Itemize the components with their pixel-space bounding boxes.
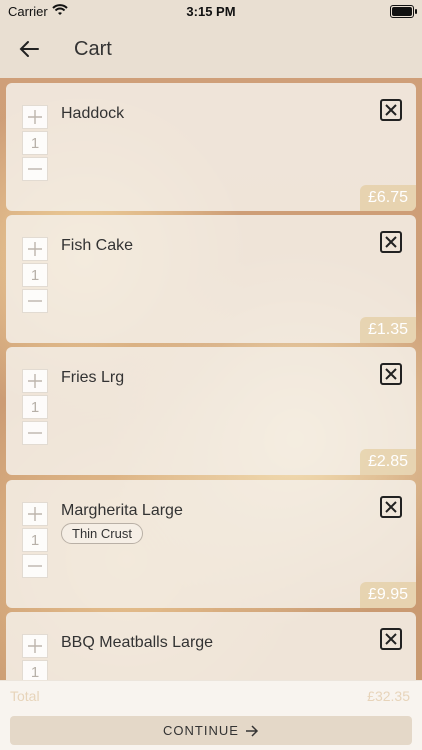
continue-label: CONTINUE xyxy=(163,723,239,738)
item-option-badge: Thin Crust xyxy=(61,523,143,544)
total-value: £32.35 xyxy=(367,688,410,704)
remove-item-button[interactable] xyxy=(380,363,402,385)
minus-icon xyxy=(28,432,42,434)
close-icon xyxy=(385,368,397,380)
quantity-value: 1 xyxy=(22,395,48,419)
quantity-stepper: 1 xyxy=(22,237,48,315)
increment-button[interactable] xyxy=(22,502,48,526)
cart-item: 1 Fries Lrg £2.85 xyxy=(6,347,416,475)
cart-item: 1 Haddock £6.75 xyxy=(6,83,416,211)
item-name: Fries Lrg xyxy=(61,369,125,386)
quantity-value: 1 xyxy=(22,131,48,155)
quantity-stepper: 1 xyxy=(22,369,48,447)
remove-item-button[interactable] xyxy=(380,231,402,253)
minus-icon xyxy=(28,168,42,170)
item-price: £1.35 xyxy=(359,317,416,343)
cart-item: 1 Margherita Large Thin Crust £9.95 xyxy=(6,480,416,608)
increment-button[interactable] xyxy=(22,369,48,393)
page-title: Cart xyxy=(74,38,112,60)
close-icon xyxy=(385,104,397,116)
quantity-value: 1 xyxy=(22,263,48,287)
increment-button[interactable] xyxy=(22,634,48,658)
item-name: Fish Cake xyxy=(61,237,134,254)
quantity-stepper: 1 xyxy=(22,634,48,680)
quantity-stepper: 1 xyxy=(22,502,48,580)
decrement-button[interactable] xyxy=(22,289,48,313)
close-icon xyxy=(385,501,397,513)
increment-button[interactable] xyxy=(22,237,48,261)
plus-icon xyxy=(28,507,42,521)
item-name: BBQ Meatballs Large xyxy=(61,634,214,651)
cart-item: 1 BBQ Meatballs Large xyxy=(6,612,416,680)
decrement-button[interactable] xyxy=(22,554,48,578)
total-bar: Total £32.35 xyxy=(0,680,422,712)
plus-icon xyxy=(28,639,42,653)
item-name: Haddock xyxy=(61,105,125,122)
remove-item-button[interactable] xyxy=(380,99,402,121)
cart-item: 1 Fish Cake £1.35 xyxy=(6,215,416,343)
increment-button[interactable] xyxy=(22,105,48,129)
quantity-stepper: 1 xyxy=(22,105,48,183)
footer: CONTINUE xyxy=(0,711,422,750)
remove-item-button[interactable] xyxy=(380,628,402,650)
minus-icon xyxy=(28,565,42,567)
item-price: £2.85 xyxy=(359,449,416,475)
plus-icon xyxy=(28,242,42,256)
plus-icon xyxy=(28,374,42,388)
arrow-right-icon xyxy=(245,724,258,737)
decrement-button[interactable] xyxy=(22,157,48,181)
remove-item-button[interactable] xyxy=(380,496,402,518)
battery-icon xyxy=(390,5,417,18)
quantity-value: 1 xyxy=(22,660,48,680)
item-price: £6.75 xyxy=(359,185,416,211)
nav-bar: Cart xyxy=(0,22,422,79)
status-bar: Carrier 3:15 PM xyxy=(0,0,422,22)
decrement-button[interactable] xyxy=(22,421,48,445)
total-label: Total xyxy=(10,688,40,704)
back-arrow-icon[interactable] xyxy=(16,35,44,63)
plus-icon xyxy=(28,110,42,124)
quantity-value: 1 xyxy=(22,528,48,552)
close-icon xyxy=(385,633,397,645)
cart-list: 1 Haddock £6.75 1 Fish Cake £1.35 1 Frie… xyxy=(0,78,422,680)
continue-button[interactable]: CONTINUE xyxy=(10,716,412,745)
close-icon xyxy=(385,236,397,248)
item-name: Margherita Large xyxy=(61,502,183,519)
minus-icon xyxy=(28,300,42,302)
item-price: £9.95 xyxy=(359,582,416,608)
status-time: 3:15 PM xyxy=(186,4,236,19)
